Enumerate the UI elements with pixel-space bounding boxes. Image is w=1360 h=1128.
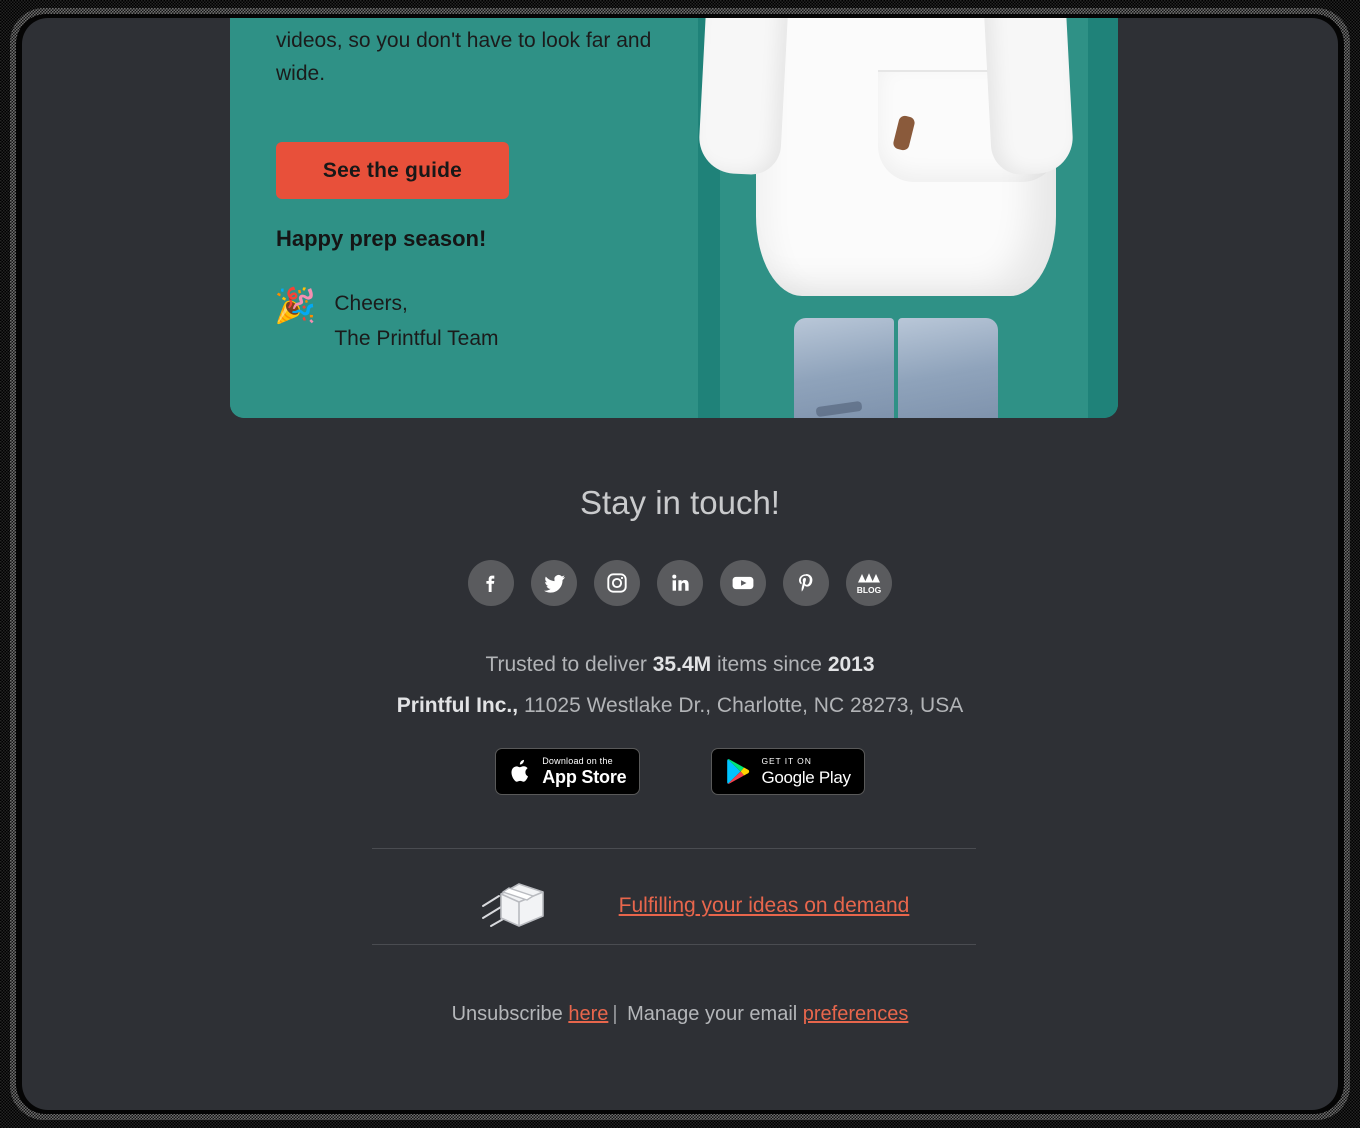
app-store-badge[interactable]: Download on the App Store — [495, 748, 641, 795]
trusted-line: Trusted to deliver 35.4M items since 201… — [22, 644, 1338, 685]
tagline-link[interactable]: Fulfilling your ideas on demand — [619, 894, 910, 918]
trusted-count: 35.4M — [652, 653, 712, 676]
see-the-guide-button[interactable]: See the guide — [276, 142, 509, 199]
trusted-mid: items since — [711, 653, 828, 676]
shipping-box-icon — [481, 883, 544, 927]
google-play-logo-icon — [727, 759, 750, 784]
trusted-year: 2013 — [827, 653, 875, 676]
trusted-prefix: Trusted to deliver — [485, 653, 653, 676]
party-popper-icon: 🎉 — [274, 287, 317, 325]
instagram-icon[interactable] — [594, 560, 640, 606]
twitter-icon[interactable] — [531, 560, 577, 606]
pinterest-icon[interactable] — [783, 560, 829, 606]
unsubscribe-separator: | — [612, 1003, 618, 1025]
cheers-text: Cheers, The Printful Team — [334, 286, 498, 356]
svg-text:BLOG: BLOG — [857, 585, 882, 595]
hero-cheers-block: 🎉 Cheers, The Printful Team — [274, 286, 499, 356]
app-store-text: Download on the App Store — [542, 756, 627, 787]
hoodie-sleeve-left — [698, 18, 793, 176]
unsubscribe-prefix: Unsubscribe — [451, 1003, 569, 1025]
unsubscribe-here-link[interactable]: here — [568, 1003, 608, 1025]
company-address-line: Printful Inc., 11025 Westlake Dr., Charl… — [22, 685, 1338, 726]
red-squiggle-print-icon — [848, 18, 998, 52]
manage-email-text: Manage your email — [621, 1003, 803, 1025]
social-links-row: BLOG — [22, 560, 1338, 606]
cheers-line-2: The Printful Team — [334, 327, 499, 350]
google-play-big-label: Google Play — [761, 767, 851, 787]
app-store-badges-row: Download on the App Store GET IT ON Goog… — [22, 748, 1338, 795]
company-address: 11025 Westlake Dr., Charlotte, NC 28273,… — [518, 694, 964, 717]
divider-top — [372, 848, 976, 849]
hero-body-text: videos, so you don't have to look far an… — [276, 29, 652, 85]
hero-signoff: Happy prep season! — [276, 226, 487, 251]
google-play-small-label: GET IT ON — [761, 756, 812, 767]
blog-icon[interactable]: BLOG — [846, 560, 892, 606]
linkedin-icon[interactable] — [657, 560, 703, 606]
screenshot-frame: videos, so you don't have to look far an… — [0, 0, 1360, 1128]
youtube-icon[interactable] — [720, 560, 766, 606]
company-name: Printful Inc., — [396, 694, 519, 717]
apple-logo-icon — [511, 759, 529, 782]
cheers-line-1: Cheers, — [334, 292, 408, 315]
hero-text-column: videos, so you don't have to look far an… — [230, 18, 698, 418]
hero-card: videos, so you don't have to look far an… — [230, 18, 1118, 418]
unsubscribe-row: Unsubscribe here | Manage your email pref… — [22, 1003, 1338, 1026]
email-preferences-link[interactable]: preferences — [803, 1003, 909, 1025]
email-body: videos, so you don't have to look far an… — [22, 18, 1338, 1110]
stay-in-touch-title: Stay in touch! — [580, 484, 780, 521]
jeans-right — [898, 318, 998, 418]
app-store-small-label: Download on the — [542, 756, 613, 766]
app-store-big-label: App Store — [542, 767, 627, 787]
trusted-block: Trusted to deliver 35.4M items since 201… — [22, 644, 1338, 726]
jeans-left — [794, 318, 894, 418]
google-play-badge[interactable]: GET IT ON Google Play — [711, 748, 865, 795]
tagline-row: Fulfilling your ideas on demand — [22, 870, 1338, 942]
divider-bottom — [372, 944, 976, 945]
google-play-text: GET IT ON Google Play — [761, 756, 851, 787]
hero-photo — [698, 18, 1118, 418]
facebook-icon[interactable] — [468, 560, 514, 606]
